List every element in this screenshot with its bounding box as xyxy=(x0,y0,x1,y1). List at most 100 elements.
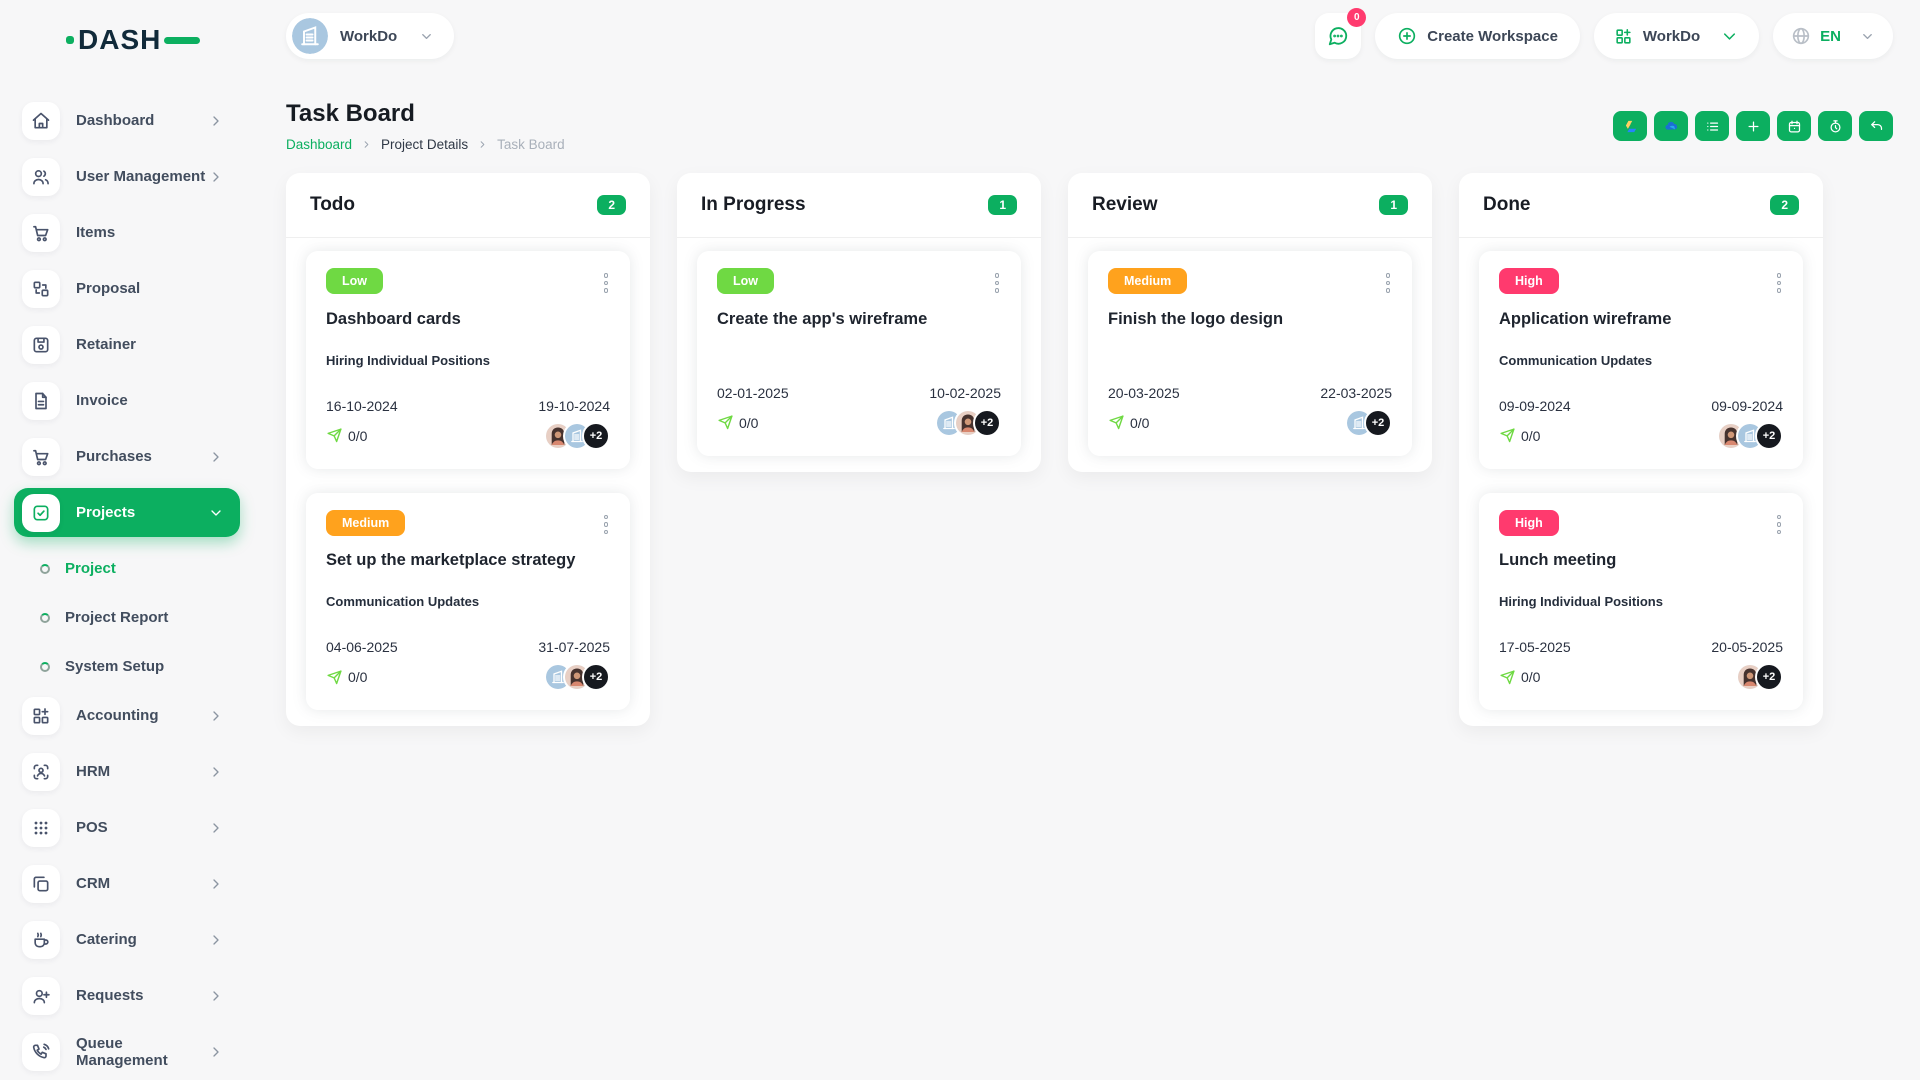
card-badge-row: High xyxy=(1499,268,1783,298)
sidebar-item-pos[interactable]: POS xyxy=(14,803,240,852)
sidebar-item-icon-tile xyxy=(22,976,60,1015)
logo-bar xyxy=(164,36,201,44)
card-footer: 0/0 +2 xyxy=(717,408,1001,437)
card-assignees: +2 xyxy=(935,408,1001,437)
card-progress: 0/0 xyxy=(1108,414,1149,431)
workspace-selector[interactable]: WorkDo xyxy=(286,13,455,59)
swap-boxes-icon xyxy=(31,279,51,299)
send-icon xyxy=(717,414,734,431)
sidebar-item-crm[interactable]: CRM xyxy=(14,859,240,908)
google-drive-button[interactable] xyxy=(1613,111,1647,141)
card-assignees: +2 xyxy=(1345,408,1392,437)
sidebar-item-queue-management[interactable]: Queue Management xyxy=(14,1027,240,1076)
priority-badge: Low xyxy=(717,268,774,294)
bullet-icon xyxy=(40,563,50,574)
calendar-button[interactable] xyxy=(1777,111,1811,141)
card-menu-icon[interactable] xyxy=(993,268,1002,298)
sidebar-item-label: Accounting xyxy=(76,707,159,724)
breadcrumb-item-dashboard[interactable]: Dashboard xyxy=(286,137,352,152)
avatar-extra-count[interactable]: +2 xyxy=(1364,408,1392,437)
card-title: Set up the marketplace strategy xyxy=(326,551,576,569)
sidebar-subitem-system-setup[interactable]: System Setup xyxy=(40,642,256,691)
card-end-date: 19-10-2024 xyxy=(538,397,610,414)
card-end-date: 09-09-2024 xyxy=(1711,397,1783,414)
card-menu-icon[interactable] xyxy=(1775,268,1784,298)
column-card-list: Medium Finish the logo design 20-03-2025 22… xyxy=(1068,237,1432,472)
kanban-board: Todo 2 Low Dashboard cards Hiring Individual… xyxy=(286,173,1893,726)
card-start-date: 20-03-2025 xyxy=(1108,384,1180,401)
task-card[interactable]: Low Create the app's wireframe 02-01-2025 1… xyxy=(697,251,1021,456)
priority-badge: High xyxy=(1499,509,1559,536)
topbar-actions: 0 Create Workspace WorkDo EN xyxy=(1315,8,1893,59)
task-card[interactable]: Medium Finish the logo design 20-03-2025 22… xyxy=(1088,251,1412,456)
sidebar-item-dashboard[interactable]: Dashboard xyxy=(14,96,240,145)
card-title: Lunch meeting xyxy=(1499,551,1617,569)
sidebar-item-icon-tile xyxy=(22,752,60,791)
chevron-right-icon xyxy=(208,932,224,948)
column-header: Review 1 xyxy=(1068,173,1432,237)
card-end-date: 22-03-2025 xyxy=(1320,384,1392,401)
avatar-extra-count[interactable]: +2 xyxy=(1755,663,1783,691)
check-square-icon xyxy=(31,503,51,523)
create-workspace-button[interactable]: Create Workspace xyxy=(1375,13,1580,59)
avatar-extra-count[interactable]: +2 xyxy=(1755,421,1783,450)
sidebar-item-hrm[interactable]: HRM xyxy=(14,747,240,796)
card-menu-icon[interactable] xyxy=(1384,268,1393,298)
timer-button[interactable] xyxy=(1818,111,1852,141)
add-task-button[interactable] xyxy=(1736,111,1770,141)
home-icon xyxy=(31,111,51,131)
list-view-button[interactable] xyxy=(1695,111,1729,141)
plus-icon xyxy=(1746,119,1761,134)
column-card-list: Low Create the app's wireframe 02-01-2025 1… xyxy=(677,237,1041,472)
column-count-badge: 1 xyxy=(988,195,1017,215)
sidebar-subitem-label: Project xyxy=(65,560,116,577)
sidebar-item-requests[interactable]: Requests xyxy=(14,971,240,1020)
cart-icon xyxy=(31,447,51,467)
sidebar-subitem-label: Project Report xyxy=(65,609,169,626)
card-progress: 0/0 xyxy=(1499,427,1540,444)
avatar-extra-count[interactable]: +2 xyxy=(973,408,1001,437)
sidebar-item-purchases[interactable]: Purchases xyxy=(14,432,240,481)
sidebar-item-catering[interactable]: Catering xyxy=(14,915,240,964)
copy-icon xyxy=(31,874,51,894)
card-menu-icon[interactable] xyxy=(1775,510,1784,540)
send-icon xyxy=(326,669,343,686)
sidebar-item-projects[interactable]: Projects xyxy=(14,488,240,537)
sidebar-item-invoice[interactable]: Invoice xyxy=(14,376,240,425)
avatar-extra-count[interactable]: +2 xyxy=(582,663,610,691)
task-card[interactable]: Low Dashboard cards Hiring Individual Posi… xyxy=(306,251,630,469)
sidebar-item-user-management[interactable]: User Management xyxy=(14,152,240,201)
workspace-logo xyxy=(292,18,328,54)
card-milestone-label: Communication Updates xyxy=(326,594,480,609)
language-selector[interactable]: EN xyxy=(1773,13,1893,59)
task-card[interactable]: High Application wireframe Communication U… xyxy=(1479,251,1803,469)
card-menu-icon[interactable] xyxy=(602,268,611,298)
task-card[interactable]: Medium Set up the marketplace strategy Com… xyxy=(306,492,630,710)
user-scan-icon xyxy=(31,762,51,782)
send-icon xyxy=(1499,427,1516,444)
card-progress-value: 0/0 xyxy=(1521,669,1541,685)
task-card[interactable]: High Lunch meeting Hiring Individual Posit… xyxy=(1479,492,1803,710)
sidebar-item-items[interactable]: Items xyxy=(14,208,240,257)
page-header-left: Task Board Dashboard Project Details Task … xyxy=(286,100,565,152)
sidebar-item-label: CRM xyxy=(76,875,111,892)
card-menu-icon[interactable] xyxy=(602,510,611,540)
card-badge-row: High xyxy=(1499,509,1784,540)
app-switcher[interactable]: WorkDo xyxy=(1593,13,1760,59)
card-badge-row: Medium xyxy=(326,509,611,540)
onedrive-button[interactable] xyxy=(1654,111,1688,141)
chevron-right-icon xyxy=(208,764,224,780)
sidebar-subitem-project-report[interactable]: Project Report xyxy=(40,593,256,642)
sidebar-item-accounting[interactable]: Accounting xyxy=(14,691,240,740)
priority-badge: High xyxy=(1499,268,1559,294)
avatar-extra-count[interactable]: +2 xyxy=(582,421,610,450)
breadcrumb-item-project-details: Project Details xyxy=(381,137,469,152)
messages-button[interactable]: 0 xyxy=(1315,8,1367,59)
card-start-date: 16-10-2024 xyxy=(326,397,398,414)
app-logo[interactable]: DASH xyxy=(66,24,256,56)
back-button[interactable] xyxy=(1859,111,1893,141)
sidebar-subitem-project[interactable]: Project xyxy=(40,544,256,593)
sidebar-item-proposal[interactable]: Proposal xyxy=(14,264,240,313)
breadcrumb: Dashboard Project Details Task Board xyxy=(286,137,565,152)
sidebar-item-retainer[interactable]: Retainer xyxy=(14,320,240,369)
